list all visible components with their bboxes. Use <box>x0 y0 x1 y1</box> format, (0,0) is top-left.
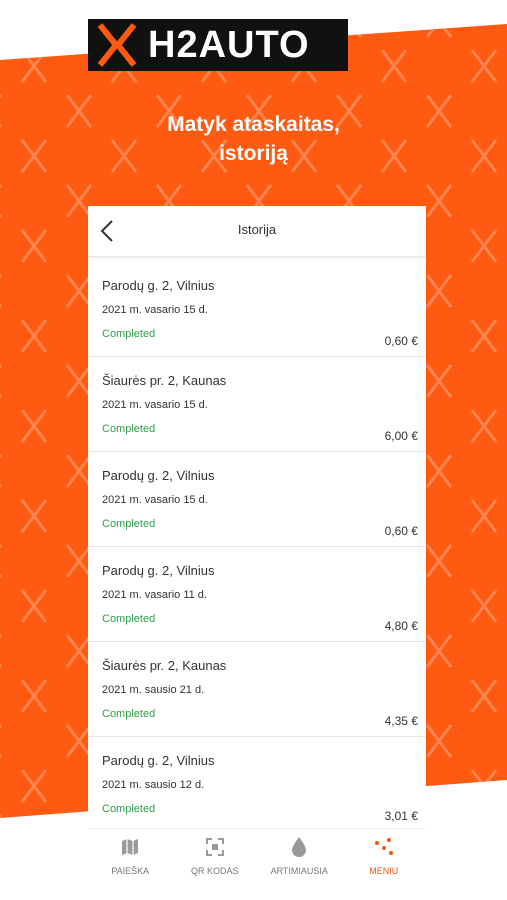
item-status: Completed <box>102 518 156 530</box>
x-logo-icon <box>97 23 137 67</box>
item-price: 3,01 € <box>384 809 418 823</box>
top-app-bar: Istorija <box>88 206 426 257</box>
nav-artimiausia[interactable]: ARTIMIAUSIA <box>257 829 342 900</box>
dots-menu-icon <box>374 838 393 855</box>
history-item[interactable]: Parodų g. 2, Vilnius 2021 m. vasario 15 … <box>88 262 426 357</box>
logo-text: H2AUTO <box>148 23 310 66</box>
item-price: 0,60 € <box>384 334 418 348</box>
phone-screen: Istorija Parodų g. 2, Vilnius 2021 m. va… <box>88 206 426 900</box>
history-item[interactable]: Parodų g. 2, Vilnius 2021 m. sausio 12 d… <box>88 737 426 832</box>
history-item[interactable]: Parodų g. 2, Vilnius 2021 m. vasario 15 … <box>88 452 426 547</box>
item-address: Parodų g. 2, Vilnius <box>102 278 215 293</box>
bottom-navigation: PAIEŠKA QR KODAS ARTIMIAUSIA MENIU <box>88 828 426 900</box>
history-item[interactable]: Parodų g. 2, Vilnius 2021 m. vasario 11 … <box>88 547 426 642</box>
item-address: Šiaurės pr. 2, Kaunas <box>102 373 227 388</box>
item-date: 2021 m. sausio 21 d. <box>102 684 205 696</box>
item-price: 4,80 € <box>384 619 418 633</box>
item-date: 2021 m. vasario 11 d. <box>102 589 207 601</box>
item-address: Parodų g. 2, Vilnius <box>102 753 215 768</box>
promo-line-1: Matyk ataskaitas, <box>167 113 340 136</box>
drop-icon <box>292 837 307 857</box>
item-price: 4,35 € <box>384 714 418 728</box>
item-status: Completed <box>102 708 156 720</box>
h2auto-logo: H2AUTO <box>88 19 348 71</box>
item-date: 2021 m. vasario 15 d. <box>102 399 208 411</box>
nav-label: MENIU <box>369 866 399 876</box>
item-date: 2021 m. vasario 15 d. <box>102 494 208 506</box>
item-address: Parodų g. 2, Vilnius <box>102 468 215 483</box>
item-status: Completed <box>102 803 156 815</box>
history-list: Parodų g. 2, Vilnius 2021 m. vasario 15 … <box>88 262 426 832</box>
nav-label: PAIEŠKA <box>111 866 150 876</box>
nav-label: QR KODAS <box>190 866 239 876</box>
nav-label: ARTIMIAUSIA <box>270 866 328 876</box>
history-item[interactable]: Šiaurės pr. 2, Kaunas 2021 m. vasario 15… <box>88 357 426 452</box>
qr-scan-icon <box>205 838 224 856</box>
item-date: 2021 m. sausio 12 d. <box>102 779 205 791</box>
nav-qr-kodas[interactable]: QR KODAS <box>173 829 258 900</box>
item-status: Completed <box>102 328 156 340</box>
page-title: Istorija <box>237 222 277 237</box>
map-icon <box>122 839 139 855</box>
item-address: Parodų g. 2, Vilnius <box>102 563 215 578</box>
item-price: 0,60 € <box>384 524 418 538</box>
item-price: 6,00 € <box>384 429 418 443</box>
history-item[interactable]: Šiaurės pr. 2, Kaunas 2021 m. sausio 21 … <box>88 642 426 737</box>
item-status: Completed <box>102 613 156 625</box>
item-address: Šiaurės pr. 2, Kaunas <box>102 658 227 673</box>
nav-meniu[interactable]: MENIU <box>342 829 427 900</box>
promo-headline: Matyk ataskaitas, istoriją <box>0 110 507 168</box>
item-date: 2021 m. vasario 15 d. <box>102 304 208 316</box>
promo-line-2: istoriją <box>219 142 288 165</box>
item-status: Completed <box>102 423 156 435</box>
nav-paieska[interactable]: PAIEŠKA <box>88 829 173 900</box>
